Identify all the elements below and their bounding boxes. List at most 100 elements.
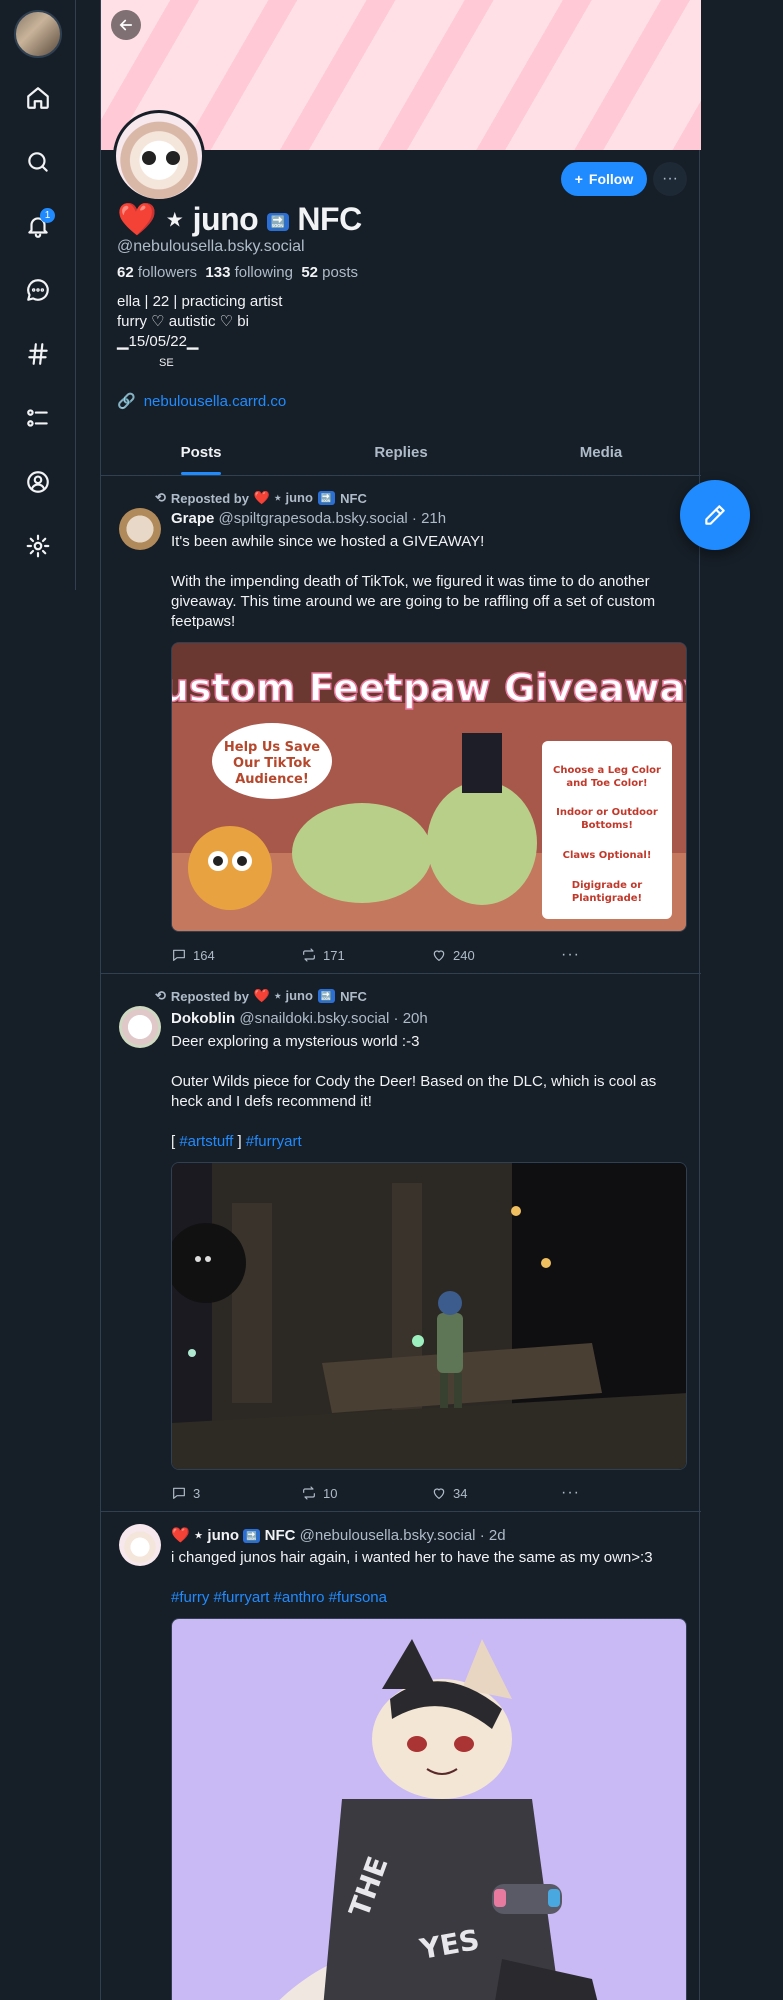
plus-icon: +	[574, 171, 583, 187]
post-image[interactable]: Custom Feetpaw Giveaway! Help Us Save Ou…	[171, 642, 687, 932]
svg-text:Choose a Leg Color: Choose a Leg Color	[553, 765, 661, 776]
search-icon[interactable]	[18, 142, 58, 182]
home-icon[interactable]	[18, 78, 58, 118]
giveaway-image: Custom Feetpaw Giveaway! Help Us Save Ou…	[172, 643, 687, 931]
profile-stats: 62 followers 133 following 52 posts	[117, 264, 358, 281]
main-column: + Follow ··· ❤️ ⋆ juno 🔜 NFC @nebulousel…	[100, 0, 701, 2000]
heart-icon	[433, 950, 445, 961]
followers-stat[interactable]: 62 followers	[117, 264, 197, 281]
follow-button[interactable]: + Follow	[561, 162, 647, 196]
following-stat[interactable]: 133 following	[205, 264, 293, 281]
svg-text:Our TikTok: Our TikTok	[233, 756, 311, 771]
compose-pencil-icon	[705, 505, 725, 525]
post-time[interactable]: · 2d	[480, 1527, 506, 1544]
profile-avatar[interactable]	[113, 110, 205, 202]
feed-post[interactable]: ⟲ Reposted by ❤️ ⋆ juno 🔜 NFC Grape @spi…	[101, 476, 701, 974]
svg-text:and Toe Color!: and Toe Color!	[566, 778, 647, 789]
repost-icon	[303, 1486, 315, 1500]
heart-icon	[433, 1488, 445, 1499]
post-more-button[interactable]: ···	[561, 946, 691, 964]
post-author-avatar[interactable]	[119, 1006, 161, 1048]
repost-icon	[303, 948, 315, 962]
more-dots-icon: ···	[561, 946, 580, 963]
post-header: ❤️ ⋆ juno 🔜 NFC @nebulousella.bsky.socia…	[171, 1526, 506, 1544]
reply-button[interactable]: 164	[171, 946, 301, 964]
lists-icon[interactable]	[18, 398, 58, 438]
fursona-artwork-image: THE YES	[172, 1619, 686, 2000]
feeds-hash-icon[interactable]	[18, 334, 58, 374]
reply-icon	[173, 949, 185, 961]
post-author-avatar[interactable]	[119, 508, 161, 550]
current-user-avatar[interactable]	[14, 10, 62, 58]
compose-post-button[interactable]	[680, 480, 750, 550]
post-header: Dokoblin @snaildoki.bsky.social · 20h	[171, 1010, 428, 1027]
link-icon: 🔗	[117, 393, 136, 410]
svg-text:Digigrade or: Digigrade or	[572, 880, 642, 891]
post-author-handle[interactable]: @snaildoki.bsky.social	[239, 1010, 389, 1027]
reply-button[interactable]: 3	[171, 1484, 301, 1502]
image-title: Custom Feetpaw Giveaway!	[172, 666, 687, 710]
left-sidebar: 1	[0, 0, 76, 590]
soon-badge: 🔜	[266, 212, 290, 231]
back-button[interactable]	[111, 10, 141, 40]
feed-post[interactable]: ❤️ ⋆ juno 🔜 NFC @nebulousella.bsky.socia…	[101, 1512, 701, 2000]
profile-icon[interactable]	[18, 462, 58, 502]
post-author-handle[interactable]: @nebulousella.bsky.social	[300, 1527, 476, 1544]
profile-bio: ella | 22 | practicing artist furry ♡ au…	[117, 293, 283, 350]
svg-text:Plantigrade!: Plantigrade!	[572, 893, 642, 904]
post-image[interactable]	[171, 1162, 687, 1470]
repost-indicator[interactable]: ⟲ Reposted by ❤️ ⋆ juno 🔜 NFC	[155, 988, 367, 1004]
posts-stat: 52 posts	[301, 264, 359, 281]
post-author-name[interactable]: Dokoblin	[171, 1010, 235, 1027]
post-time[interactable]: · 21h	[412, 510, 446, 527]
tab-media[interactable]: Media	[501, 436, 701, 475]
repost-icon: ⟲	[155, 988, 166, 1003]
tab-posts[interactable]: Posts	[101, 436, 301, 475]
post-actions: 3 10 34 ···	[171, 1484, 691, 1502]
profile-tabs: Posts Replies Media	[101, 436, 701, 476]
post-more-button[interactable]: ···	[561, 1484, 691, 1502]
post-text: It's been awhile since we hosted a GIVEA…	[171, 533, 656, 630]
hashtag-link[interactable]: #furry	[171, 1589, 209, 1606]
post-text: Deer exploring a mysterious world :-3 Ou…	[171, 1033, 657, 1150]
hashtag-link[interactable]: #anthro	[274, 1589, 325, 1606]
repost-button[interactable]: 10	[301, 1484, 431, 1502]
notifications-icon[interactable]: 1	[18, 206, 58, 246]
post-author-avatar[interactable]	[119, 1524, 161, 1566]
svg-text:Audience!: Audience!	[235, 772, 309, 787]
hashtag-link[interactable]: #furryart	[214, 1589, 270, 1606]
profile-more-button[interactable]: ···	[653, 162, 687, 196]
like-button[interactable]: 240	[431, 946, 561, 964]
soon-badge: 🔜	[243, 1529, 261, 1544]
deer-artwork-image	[172, 1163, 686, 1469]
profile-link-row: 🔗 nebulousella.carrd.co	[117, 392, 287, 411]
hashtag-link[interactable]: #furryart	[246, 1133, 302, 1150]
svg-text:Indoor or Outdoor: Indoor or Outdoor	[556, 807, 658, 818]
post-author-name[interactable]: Grape	[171, 510, 214, 527]
post-image[interactable]: THE YES	[171, 1618, 687, 2000]
notification-count-badge: 1	[40, 208, 55, 223]
repost-indicator[interactable]: ⟲ Reposted by ❤️ ⋆ juno 🔜 NFC	[155, 490, 367, 506]
hashtag-link[interactable]: #artstuff	[179, 1133, 233, 1150]
hashtag-link[interactable]: #fursona	[329, 1589, 387, 1606]
svg-text:Bottoms!: Bottoms!	[581, 820, 633, 831]
svg-text:Claws Optional!: Claws Optional!	[563, 850, 652, 861]
tab-replies[interactable]: Replies	[301, 436, 501, 475]
repost-button[interactable]: 171	[301, 946, 431, 964]
more-dots-icon: ···	[561, 1484, 580, 1501]
post-author-name[interactable]: ❤️ ⋆ juno 🔜 NFC	[171, 1527, 295, 1544]
profile-handle: @nebulousella.bsky.social	[117, 238, 305, 255]
post-text: i changed junos hair again, i wanted her…	[171, 1549, 653, 1606]
feed-post[interactable]: ⟲ Reposted by ❤️ ⋆ juno 🔜 NFC Dokoblin @…	[101, 974, 701, 1512]
like-button[interactable]: 34	[431, 1484, 561, 1502]
post-author-handle[interactable]: @spiltgrapesoda.bsky.social	[219, 510, 408, 527]
profile-bio-footnote: SE	[159, 357, 174, 369]
chat-icon[interactable]	[18, 270, 58, 310]
soon-badge: 🔜	[317, 989, 336, 1003]
post-header: Grape @spiltgrapesoda.bsky.social · 21h	[171, 510, 446, 527]
settings-gear-icon[interactable]	[18, 526, 58, 566]
profile-link[interactable]: nebulousella.carrd.co	[144, 393, 287, 410]
repost-icon: ⟲	[155, 490, 166, 505]
soon-badge: 🔜	[317, 491, 336, 505]
post-time[interactable]: · 20h	[394, 1010, 428, 1027]
